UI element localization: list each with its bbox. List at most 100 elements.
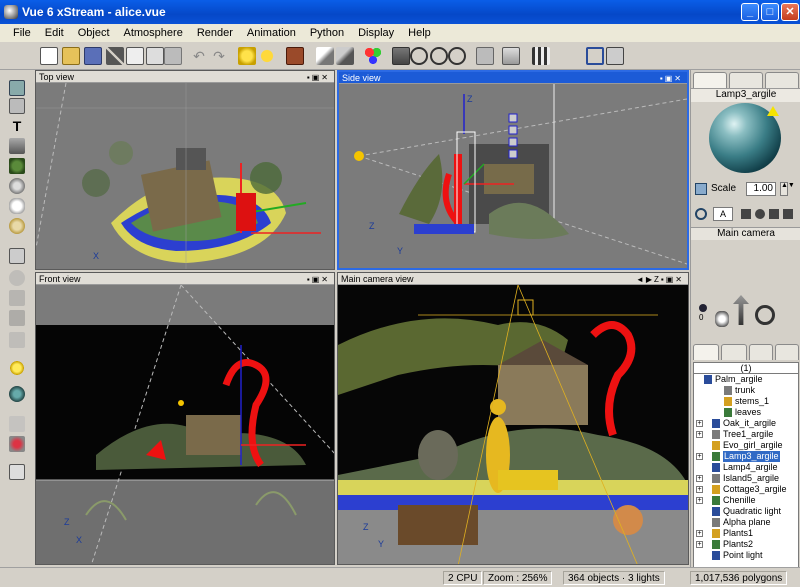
tree-item[interactable]: + Oak_it_argile (694, 418, 798, 429)
text-tool-icon[interactable]: T (9, 118, 25, 134)
menu-python[interactable]: Python (303, 27, 351, 39)
select-tool-icon[interactable] (9, 80, 25, 96)
orbit-icon[interactable] (755, 305, 775, 325)
camera-pan-up-icon[interactable] (699, 304, 707, 312)
hand-icon[interactable] (769, 209, 779, 219)
menu-object[interactable]: Object (71, 27, 117, 39)
ungroup-icon[interactable] (336, 47, 354, 65)
rock-tool-icon[interactable] (9, 178, 25, 194)
cut-icon[interactable] (106, 47, 124, 65)
cylinder-tool-icon[interactable] (9, 290, 25, 306)
material-mode-select[interactable]: A (713, 207, 733, 221)
tree-item[interactable]: Point light (694, 550, 798, 561)
boolean-tool-icon[interactable] (9, 386, 25, 402)
menu-file[interactable]: File (6, 27, 38, 39)
paste-icon[interactable] (146, 47, 164, 65)
hand-pan-icon[interactable] (715, 311, 729, 327)
light-icon[interactable] (258, 47, 276, 65)
tree-item[interactable]: stems_1 (694, 396, 798, 407)
torus-tool-icon[interactable] (9, 332, 25, 348)
new-file-icon[interactable] (40, 47, 58, 65)
top-viewport[interactable]: Top view ▪▣✕ X (35, 70, 335, 270)
tree-expander[interactable]: + (696, 530, 703, 537)
menu-atmosphere[interactable]: Atmosphere (117, 27, 190, 39)
open-folder-icon[interactable] (62, 47, 80, 65)
menu-animation[interactable]: Animation (240, 27, 303, 39)
tree-item[interactable]: + Cottage3_argile (694, 484, 798, 495)
tree-expander[interactable]: + (696, 497, 703, 504)
tree-expander[interactable]: + (696, 475, 703, 482)
title-bar[interactable]: Vue 6 xStream - alice.vue _ □ ✕ (0, 0, 800, 24)
tree-item[interactable]: Evo_girl_argile (694, 440, 798, 451)
camera-tool-icon[interactable] (9, 436, 25, 452)
link-icon[interactable] (695, 208, 707, 220)
tree-item[interactable]: + Tree1_argile (694, 429, 798, 440)
tab-material-icon[interactable] (693, 72, 727, 88)
scale-stepper[interactable]: ▲▼ (780, 182, 795, 196)
tree-expander[interactable]: + (696, 431, 703, 438)
save-icon[interactable] (84, 47, 102, 65)
side-viewport[interactable]: Side view ▪▣✕ Z Z Y (337, 70, 689, 270)
menu-help[interactable]: Help (401, 27, 438, 39)
tree-expander[interactable]: + (696, 486, 703, 493)
tree-item[interactable]: Quadratic light (694, 506, 798, 517)
tree-item[interactable]: + Island5_argile (694, 473, 798, 484)
tree-item[interactable]: + Chenille (694, 495, 798, 506)
zoom-in-icon[interactable] (430, 47, 448, 65)
duplicate-icon[interactable] (164, 47, 182, 65)
cloud-tool-icon[interactable] (9, 198, 25, 214)
scale-input[interactable]: 1.00 (746, 182, 776, 196)
copy-icon[interactable] (126, 47, 144, 65)
rotate-tool-icon[interactable] (9, 98, 25, 114)
tree-item[interactable]: Lamp4_argile (694, 462, 798, 473)
tree-item[interactable]: trunk (694, 385, 798, 396)
maximize-button[interactable]: □ (761, 3, 779, 21)
cone-tool-icon[interactable] (9, 310, 25, 326)
tree-item[interactable]: Palm_argile (694, 374, 798, 385)
main-camera-viewport[interactable]: Main camera view ◄▶Z▪▣✕ Z Y (337, 272, 689, 565)
menu-display[interactable]: Display (351, 27, 401, 39)
sphere-tool-icon[interactable] (9, 270, 25, 286)
camera-icon[interactable] (392, 47, 410, 65)
metablob-tool-icon[interactable] (9, 416, 25, 432)
tree-expander[interactable]: + (696, 453, 703, 460)
tree-item[interactable]: + Plants2 (694, 539, 798, 550)
render-area-icon[interactable] (476, 47, 494, 65)
dolly-icon[interactable] (733, 295, 749, 325)
tab-numerics-icon[interactable] (729, 72, 763, 88)
front-viewport[interactable]: Front view ▪▣✕ Z X (35, 272, 335, 565)
render-icon[interactable] (502, 47, 520, 65)
lock-icon[interactable] (741, 209, 751, 219)
zoom-camera-icon[interactable] (410, 47, 428, 65)
close-button[interactable]: ✕ (781, 3, 799, 21)
tree-expander[interactable]: + (696, 420, 703, 427)
material-icon[interactable] (286, 47, 304, 65)
tab-functions-icon[interactable] (749, 344, 773, 360)
sun-cloud-icon[interactable] (238, 47, 256, 65)
sun-light-icon[interactable] (9, 360, 25, 376)
primitive-cube-icon[interactable] (9, 248, 25, 264)
planet-tool-icon[interactable] (9, 218, 25, 234)
tab-links-icon[interactable] (775, 344, 799, 360)
tree-item[interactable]: + Plants1 (694, 528, 798, 539)
group-icon[interactable] (316, 47, 334, 65)
undo-icon[interactable]: ↶ (190, 47, 208, 65)
redo-icon[interactable]: ↷ (210, 47, 228, 65)
tree-expander[interactable]: + (696, 541, 703, 548)
tree-item[interactable]: leaves (694, 407, 798, 418)
tab-materials-icon[interactable] (721, 344, 747, 360)
single-view-icon[interactable] (606, 47, 624, 65)
tab-objects-icon[interactable] (693, 344, 719, 360)
menu-edit[interactable]: Edit (38, 27, 71, 39)
zoom-out-icon[interactable] (448, 47, 466, 65)
eye-icon[interactable] (755, 209, 765, 219)
tab-aspect-icon[interactable] (765, 72, 799, 88)
color-palette-icon[interactable] (364, 47, 382, 65)
clapper-icon[interactable] (532, 47, 550, 65)
four-views-icon[interactable] (586, 47, 604, 65)
minimize-button[interactable]: _ (741, 3, 759, 21)
tree-item[interactable]: Alpha plane (694, 517, 798, 528)
import-object-icon[interactable] (9, 464, 25, 480)
anchor-icon[interactable] (783, 209, 793, 219)
terrain-tool-icon[interactable] (9, 138, 25, 154)
